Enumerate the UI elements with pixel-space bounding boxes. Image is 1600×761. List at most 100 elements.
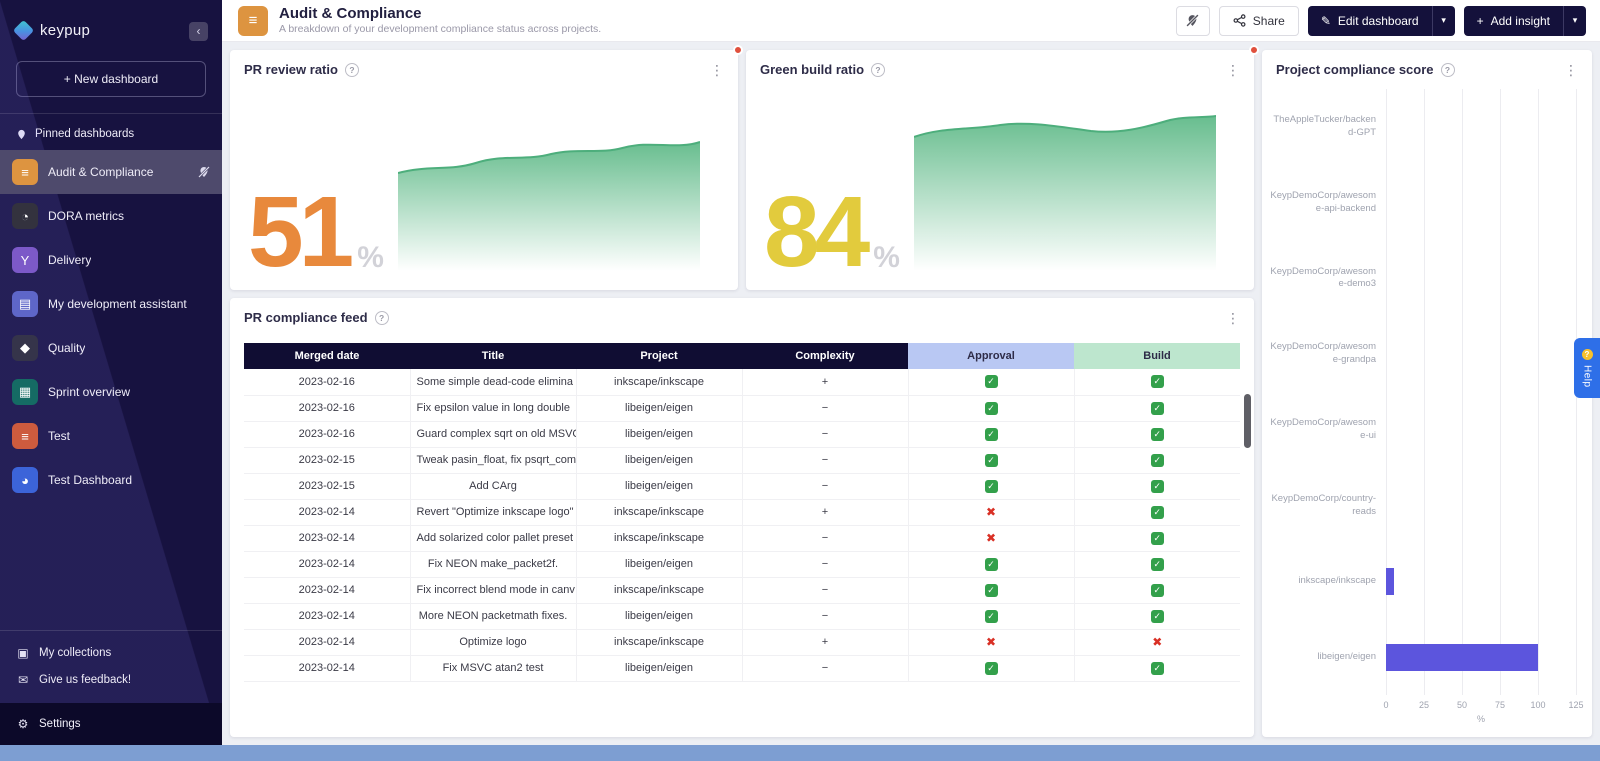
share-button[interactable]: Share xyxy=(1219,6,1299,36)
page-subtitle: A breakdown of your development complian… xyxy=(279,23,601,36)
table-cell: 2023-02-14 xyxy=(244,525,410,551)
unpin-icon[interactable] xyxy=(198,166,210,178)
list-icon: ≡ xyxy=(12,423,38,449)
sidebar-item-delivery[interactable]: Y Delivery xyxy=(0,238,222,282)
sidebar-item-test-dashboard[interactable]: ◕ Test Dashboard xyxy=(0,458,222,502)
help-icon[interactable]: ? xyxy=(871,63,885,77)
pie-icon: ◕ xyxy=(12,467,38,493)
table-row[interactable]: 2023-02-14Revert "Optimize inkscape logo… xyxy=(244,499,1240,525)
table-cell: ✓ xyxy=(1074,525,1240,551)
sidebar-item-sprint-overview[interactable]: ▦ Sprint overview xyxy=(0,370,222,414)
sidebar: keypup ‹ + New dashboard Pinned dashboar… xyxy=(0,0,222,745)
edit-dashboard-menu-button[interactable]: ▾ xyxy=(1432,6,1455,36)
table-cell: inkscape/inkscape xyxy=(576,629,742,655)
score-bar[interactable] xyxy=(1386,644,1538,671)
sidebar-item-label: DORA metrics xyxy=(48,209,124,223)
table-row[interactable]: 2023-02-16Some simple dead-code eliminai… xyxy=(244,369,1240,395)
horizontal-scrollbar[interactable] xyxy=(0,745,1600,761)
sidebar-item-audit-compliance[interactable]: ≡ Audit & Compliance xyxy=(0,150,222,194)
table-cell: ✓ xyxy=(908,551,1074,577)
table-cell: − xyxy=(742,473,908,499)
help-icon[interactable]: ? xyxy=(375,311,389,325)
table-row[interactable]: 2023-02-14Fix incorrect blend mode in ca… xyxy=(244,577,1240,603)
sidebar-item-settings[interactable]: ⚙ Settings xyxy=(0,703,222,745)
unpin-dashboard-button[interactable] xyxy=(1176,6,1210,36)
table-row[interactable]: 2023-02-14More NEON packetmath fixes.lib… xyxy=(244,603,1240,629)
table-row[interactable]: 2023-02-14Optimize logoinkscape/inkscape… xyxy=(244,629,1240,655)
table-row[interactable]: 2023-02-14Fix MSVC atan2 testlibeigen/ei… xyxy=(244,655,1240,681)
table-cell: Add CArg xyxy=(410,473,576,499)
brand-name: keypup xyxy=(40,22,90,39)
sidebar-collapse-button[interactable]: ‹ xyxy=(189,22,208,41)
pinned-dashboards-text: Pinned dashboards xyxy=(35,128,134,140)
table-cell: − xyxy=(742,447,908,473)
column-header-title: Title xyxy=(410,343,576,369)
table-cell: libeigen/eigen xyxy=(576,603,742,629)
sidebar-item-quality[interactable]: ◆ Quality xyxy=(0,326,222,370)
table-cell: ✖ xyxy=(908,499,1074,525)
pass-check-icon: ✓ xyxy=(985,428,998,441)
edit-dashboard-label: Edit dashboard xyxy=(1338,14,1419,28)
card-menu-button[interactable]: ⋮ xyxy=(1226,311,1240,325)
table-cell: − xyxy=(742,603,908,629)
table-cell: Tweak pasin_float, fix psqrt_com xyxy=(410,447,576,473)
card-menu-button[interactable]: ⋮ xyxy=(710,63,724,77)
add-insight-menu-button[interactable]: ▾ xyxy=(1563,6,1586,36)
project-compliance-score-card: Project compliance score ? ⋮ TheAppleTuc… xyxy=(1262,50,1592,737)
help-icon[interactable]: ? xyxy=(345,63,359,77)
sidebar-item-my-collections[interactable]: ▣ My collections xyxy=(0,639,222,666)
card-menu-button[interactable]: ⋮ xyxy=(1226,63,1240,77)
table-cell: inkscape/inkscape xyxy=(576,499,742,525)
table-scrollbar[interactable] xyxy=(1244,394,1251,448)
edit-dashboard-button[interactable]: ✎ Edit dashboard xyxy=(1308,6,1432,36)
card-title: PR compliance feed xyxy=(244,310,368,325)
pass-check-icon: ✓ xyxy=(985,402,998,415)
new-dashboard-button[interactable]: + New dashboard xyxy=(16,61,206,97)
sidebar-item-give-us-feedback[interactable]: ✉ Give us feedback! xyxy=(0,666,222,693)
sidebar-item-my-development-assistant[interactable]: ▤ My development assistant xyxy=(0,282,222,326)
bar-category-label: TheAppleTucker/backend-GPT xyxy=(1270,89,1386,165)
table-cell: 2023-02-14 xyxy=(244,655,410,681)
table-cell: ✓ xyxy=(1074,603,1240,629)
table-cell: 2023-02-14 xyxy=(244,629,410,655)
axis-tick-label: 100 xyxy=(1530,700,1545,710)
table-cell: inkscape/inkscape xyxy=(576,577,742,603)
table-cell: − xyxy=(742,525,908,551)
axis-tick-label: 0 xyxy=(1383,700,1388,710)
dashboard-icon: ≡ xyxy=(238,6,268,36)
sidebar-item-dora-metrics[interactable]: ◔ DORA metrics xyxy=(0,194,222,238)
add-insight-button[interactable]: + Add insight xyxy=(1464,6,1563,36)
x-axis-label: % xyxy=(1477,714,1485,724)
table-row[interactable]: 2023-02-16Guard complex sqrt on old MSVC… xyxy=(244,421,1240,447)
help-tab[interactable]: ? Help xyxy=(1574,338,1600,398)
table-cell: + xyxy=(742,369,908,395)
calendar-icon: ▦ xyxy=(12,379,38,405)
table-cell: ✖ xyxy=(908,629,1074,655)
table-cell: Fix NEON make_packet2f. xyxy=(410,551,576,577)
table-cell: libeigen/eigen xyxy=(576,473,742,499)
bar-row xyxy=(1386,241,1576,317)
table-row[interactable]: 2023-02-16Fix epsilon value in long doub… xyxy=(244,395,1240,421)
table-row[interactable]: 2023-02-15Tweak pasin_float, fix psqrt_c… xyxy=(244,447,1240,473)
table-cell: ✓ xyxy=(1074,577,1240,603)
table-cell: ✓ xyxy=(908,447,1074,473)
score-bar[interactable] xyxy=(1386,568,1394,595)
pass-check-icon: ✓ xyxy=(1151,610,1164,623)
table-cell: Fix incorrect blend mode in canv xyxy=(410,577,576,603)
sidebar-item-label: Audit & Compliance xyxy=(48,165,153,179)
dashboard-content: PR review ratio ? ⋮ 51 % xyxy=(222,42,1600,745)
pr-review-value: 51 xyxy=(248,193,349,271)
table-cell: ✓ xyxy=(908,395,1074,421)
card-menu-button[interactable]: ⋮ xyxy=(1564,63,1578,77)
table-row[interactable]: 2023-02-15Add CArglibeigen/eigen−✓✓ xyxy=(244,473,1240,499)
table-cell: Guard complex sqrt on old MSVC xyxy=(410,421,576,447)
help-icon[interactable]: ? xyxy=(1441,63,1455,77)
table-row[interactable]: 2023-02-14Add solarized color pallet pre… xyxy=(244,525,1240,551)
column-header-approval: Approval xyxy=(908,343,1074,369)
help-bubble-icon: ? xyxy=(1582,349,1593,360)
green-build-ratio-card: Green build ratio ? ⋮ 84 % xyxy=(746,50,1254,290)
table-row[interactable]: 2023-02-14Fix NEON make_packet2f.libeige… xyxy=(244,551,1240,577)
pass-check-icon: ✓ xyxy=(985,375,998,388)
logo-row: keypup ‹ xyxy=(0,0,222,57)
sidebar-item-test[interactable]: ≡ Test xyxy=(0,414,222,458)
